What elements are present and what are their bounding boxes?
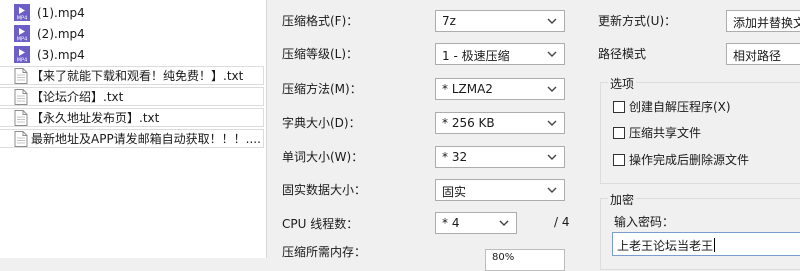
password-input[interactable]: 上老王论坛当老王 <box>612 232 800 256</box>
method-select[interactable]: * LZMA2 <box>435 78 565 100</box>
checkbox-box <box>613 153 625 166</box>
mp4-file-icon: MP4 <box>14 25 30 42</box>
path-mode-select[interactable]: 相对路径 <box>726 43 800 65</box>
chevron-down-icon <box>546 14 558 28</box>
word-size-value: * 32 <box>442 150 468 164</box>
format-select[interactable]: 7z <box>435 10 565 32</box>
mp4-file-icon: MP4 <box>14 46 30 63</box>
file-name: (3).mp4 <box>37 47 85 62</box>
chevron-down-icon <box>546 116 558 130</box>
list-item[interactable]: MP4 (3).mp4 <box>14 45 264 64</box>
format-value: 7z <box>442 14 456 28</box>
compression-settings-panel: 压缩格式(F)： 7z 压缩等级(L)： 1 - 极速压缩 压缩方法(M)： *… <box>267 0 800 271</box>
level-value: 1 - 极速压缩 <box>442 49 510 63</box>
chevron-down-icon <box>546 150 558 164</box>
dictionary-select[interactable]: * 256 KB <box>435 112 565 134</box>
create-sfx-label: 创建自解压程序(X) <box>629 100 731 114</box>
text-caret <box>714 238 716 252</box>
dictionary-label: 字典大小(D)： <box>282 116 361 130</box>
file-name: (2).mp4 <box>37 26 85 41</box>
memory-usage-select[interactable]: 80% <box>485 249 565 271</box>
update-mode-value: 添加并替换文 <box>733 16 800 30</box>
word-size-label: 单词大小(W)： <box>282 150 364 164</box>
list-item[interactable]: 最新地址及APP请发邮箱自动获取！！！.... <box>0 129 264 148</box>
checkbox-box <box>613 126 625 139</box>
text-file-icon <box>14 130 28 147</box>
delete-after-checkbox[interactable]: 操作完成后删除源文件 <box>613 151 749 168</box>
compress-shared-label: 压缩共享文件 <box>629 126 702 140</box>
file-list: MP4 (1).mp4 MP4 (2).mp4 MP4 (3).mp4 【来了就… <box>0 0 267 258</box>
svg-text:MP4: MP4 <box>17 16 28 22</box>
svg-text:MP4: MP4 <box>17 37 28 43</box>
list-item[interactable]: 【来了就能下载和观看！纯免费！】.txt <box>0 66 264 85</box>
file-name: 【论坛介绍】.txt <box>31 90 124 104</box>
password-label: 输入密码： <box>614 215 675 229</box>
cpu-threads-label: CPU 线程数： <box>282 217 359 231</box>
password-value: 上老王论坛当老王 <box>617 237 716 254</box>
chevron-down-icon <box>546 82 558 96</box>
method-value: * LZMA2 <box>442 82 493 96</box>
update-mode-label: 更新方式(U)： <box>598 14 677 28</box>
cpu-threads-value: * 4 <box>442 216 460 230</box>
chevron-down-icon <box>546 47 558 61</box>
solid-block-label: 固实数据大小： <box>282 183 367 197</box>
delete-after-label: 操作完成后删除源文件 <box>629 153 750 167</box>
list-item[interactable]: MP4 (1).mp4 <box>14 3 264 22</box>
word-size-select[interactable]: * 32 <box>435 146 565 168</box>
chevron-down-icon <box>546 183 558 197</box>
svg-text:MP4: MP4 <box>17 58 28 64</box>
solid-block-select[interactable]: 固实 <box>435 179 565 201</box>
compress-shared-checkbox[interactable]: 压缩共享文件 <box>613 124 701 141</box>
level-label: 压缩等级(L)： <box>282 47 359 61</box>
text-file-icon <box>14 109 28 126</box>
cpu-threads-total: / 4 <box>554 215 570 229</box>
solid-block-value: 固实 <box>442 185 467 199</box>
list-item[interactable]: 【永久地址发布页】.txt <box>0 108 264 127</box>
mp4-file-icon: MP4 <box>14 4 30 21</box>
checkbox-box <box>613 100 625 113</box>
method-label: 压缩方法(M)： <box>282 82 362 96</box>
encryption-title: 加密 <box>608 191 637 208</box>
format-label: 压缩格式(F)： <box>282 14 359 28</box>
list-item[interactable]: MP4 (2).mp4 <box>14 24 264 43</box>
memory-label: 压缩所需内存： <box>282 245 367 259</box>
list-item[interactable]: 【论坛介绍】.txt <box>0 87 264 106</box>
cpu-threads-select[interactable]: * 4 <box>435 212 517 234</box>
chevron-down-icon <box>498 216 510 230</box>
create-sfx-checkbox[interactable]: 创建自解压程序(X) <box>613 98 731 115</box>
text-file-icon <box>14 88 28 105</box>
password-text: 上老王论坛当老王 <box>617 239 714 253</box>
dictionary-value: * 256 KB <box>442 116 495 130</box>
path-mode-label: 路径模式 <box>598 47 647 61</box>
file-name: 【永久地址发布页】.txt <box>31 111 160 125</box>
level-select[interactable]: 1 - 极速压缩 <box>435 43 565 65</box>
text-file-icon <box>14 67 28 84</box>
file-name: (1).mp4 <box>37 5 85 20</box>
options-title: 选项 <box>608 75 637 92</box>
path-mode-value: 相对路径 <box>733 49 782 63</box>
file-name: 【来了就能下载和观看！纯免费！】.txt <box>31 69 244 83</box>
update-mode-select[interactable]: 添加并替换文 <box>726 10 800 32</box>
file-name: 最新地址及APP请发邮箱自动获取！！！.... <box>31 132 261 146</box>
